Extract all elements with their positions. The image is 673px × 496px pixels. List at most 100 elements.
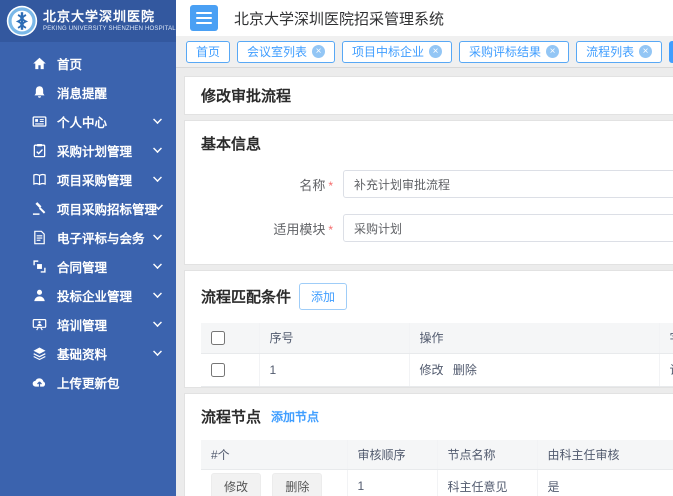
table-row: 1 修改 删除 计划 [201, 353, 673, 386]
sidebar-item-e-evaluation[interactable]: 电子评标与会务 [0, 223, 176, 252]
close-icon[interactable]: × [546, 45, 559, 58]
chevron-down-icon [153, 289, 162, 298]
edit-button[interactable]: 修改 [211, 473, 261, 496]
module-field-label: 适用模块* [201, 219, 333, 238]
sidebar-item-label: 消息提醒 [57, 83, 162, 102]
close-icon[interactable]: × [429, 45, 442, 58]
row-checkbox[interactable] [211, 363, 225, 377]
sidebar-item-label: 合同管理 [57, 257, 153, 276]
tab-label: 项目中标企业 [352, 43, 424, 60]
applicable-module-input[interactable] [343, 214, 673, 242]
row-field-cell: 计划 [659, 353, 673, 386]
content-area: 修改审批流程 基本信息 名称* 适用模块* 流程匹配条件 添加 [176, 68, 673, 496]
home-icon [32, 56, 47, 71]
basic-info-card: 基本信息 名称* 适用模块* [184, 120, 673, 265]
tab-process-active[interactable]: 流程 × [669, 41, 673, 63]
user-icon [32, 288, 47, 303]
column-header-order: 审核顺序 [347, 440, 437, 470]
form-row-module: 适用模块* [201, 214, 673, 242]
sidebar-item-bidding-management[interactable]: 项目采购招标管理 [0, 194, 176, 223]
tab-label: 首页 [196, 43, 220, 60]
sidebar-item-label: 投标企业管理 [57, 286, 153, 305]
row-action-cell: 修改 删除 [409, 353, 659, 386]
process-nodes-heading: 流程节点 [201, 406, 261, 427]
tab-meeting-room-list[interactable]: 会议室列表 × [237, 41, 335, 63]
sidebar-item-contract-management[interactable]: 合同管理 [0, 252, 176, 281]
sidebar-item-label: 采购计划管理 [57, 141, 153, 160]
row-actions-cell: 修改 删除 [201, 470, 347, 496]
column-header-node-name: 节点名称 [437, 440, 537, 470]
hospital-name: 北京大学深圳医院 [43, 10, 176, 24]
close-icon[interactable]: × [312, 45, 325, 58]
sidebar-item-messages[interactable]: 消息提醒 [0, 78, 176, 107]
tab-label: 会议室列表 [247, 43, 307, 60]
match-conditions-header: 流程匹配条件 添加 [201, 283, 673, 310]
column-header-field: 字段 [659, 323, 673, 353]
app-root: 北京大学深圳医院 PEKING UNIVERSITY SHENZHEN HOSP… [0, 0, 673, 496]
chevron-down-icon [153, 144, 162, 153]
match-conditions-heading: 流程匹配条件 [201, 286, 291, 307]
chevron-down-icon [153, 173, 162, 182]
add-node-link[interactable]: 添加节点 [271, 408, 319, 425]
tab-winning-companies[interactable]: 项目中标企业 × [342, 41, 452, 63]
chevron-down-icon [153, 347, 162, 356]
sidebar-item-personal-center[interactable]: 个人中心 [0, 107, 176, 136]
sidebar-item-label: 上传更新包 [57, 373, 162, 392]
tab-label: 流程列表 [586, 43, 634, 60]
sidebar-item-home[interactable]: 首页 [0, 49, 176, 78]
match-conditions-card: 流程匹配条件 添加 序号 操作 字段 [184, 270, 673, 388]
sidebar-item-label: 项目采购管理 [57, 170, 153, 189]
gavel-icon [32, 201, 47, 216]
table-row: 修改 删除 1 科主任意见 是 [201, 470, 673, 496]
process-nodes-table: #个 审核顺序 节点名称 由科主任审核 修改 删除 1 [201, 440, 673, 496]
match-conditions-table: 序号 操作 字段 1 修改 删除 计划 [201, 323, 673, 387]
row-node-name-cell: 科主任意见 [437, 470, 537, 496]
required-marker: * [328, 179, 333, 193]
sidebar-item-procurement-plan[interactable]: 采购计划管理 [0, 136, 176, 165]
sidebar-toggle-button[interactable] [190, 5, 218, 31]
sidebar-item-project-procurement[interactable]: 项目采购管理 [0, 165, 176, 194]
bell-icon [32, 85, 47, 100]
sidebar-item-label: 项目采购招标管理 [57, 199, 157, 218]
column-header-index: 序号 [259, 323, 409, 353]
hospital-logo: 北京大学深圳医院 PEKING UNIVERSITY SHENZHEN HOSP… [0, 0, 176, 42]
column-header-actions: #个 [201, 440, 347, 470]
contract-icon [32, 259, 47, 274]
sidebar-item-basic-data[interactable]: 基础资料 [0, 339, 176, 368]
add-condition-button[interactable]: 添加 [299, 283, 347, 310]
main-area: 北京大学深圳医院招采管理系统 首页 会议室列表 × 项目中标企业 × 采购评标结… [176, 0, 673, 496]
process-nodes-header: 流程节点 添加节点 [201, 406, 673, 427]
sidebar: 北京大学深圳医院 PEKING UNIVERSITY SHENZHEN HOSP… [0, 0, 176, 496]
top-header: 北京大学深圳医院招采管理系统 [176, 0, 673, 36]
tab-process-list[interactable]: 流程列表 × [576, 41, 662, 63]
clipboard-check-icon [32, 143, 47, 158]
tab-bar: 首页 会议室列表 × 项目中标企业 × 采购评标结果 × 流程列表 × 流程 × [176, 36, 673, 68]
chevron-down-icon [156, 203, 163, 210]
row-dept-head-cell: 是 [537, 470, 673, 496]
basic-info-heading: 基本信息 [201, 133, 673, 154]
page-title-card: 修改审批流程 [184, 76, 673, 115]
close-icon[interactable]: × [639, 45, 652, 58]
column-header-action: 操作 [409, 323, 659, 353]
sidebar-item-upload-update-package[interactable]: 上传更新包 [0, 368, 176, 397]
hospital-name-en: PEKING UNIVERSITY SHENZHEN HOSPITAL [43, 26, 176, 33]
cloud-upload-icon [32, 375, 47, 390]
chevron-down-icon [153, 231, 162, 240]
chevron-down-icon [153, 115, 162, 124]
tab-label: 采购评标结果 [469, 43, 541, 60]
table-header-row: 序号 操作 字段 [201, 323, 673, 353]
tab-evaluation-results[interactable]: 采购评标结果 × [459, 41, 569, 63]
delete-button[interactable]: 删除 [272, 473, 322, 496]
sidebar-item-training-management[interactable]: 培训管理 [0, 310, 176, 339]
name-field-label: 名称* [201, 175, 333, 194]
edit-link[interactable]: 修改 [420, 363, 444, 377]
select-all-checkbox[interactable] [211, 331, 225, 345]
sidebar-item-bidder-companies[interactable]: 投标企业管理 [0, 281, 176, 310]
form-row-name: 名称* [201, 170, 673, 198]
name-input[interactable] [343, 170, 673, 198]
sidebar-item-label: 个人中心 [57, 112, 153, 131]
delete-link[interactable]: 删除 [453, 363, 477, 377]
required-marker: * [328, 223, 333, 237]
row-select-cell [201, 353, 259, 386]
tab-home[interactable]: 首页 [186, 41, 230, 63]
